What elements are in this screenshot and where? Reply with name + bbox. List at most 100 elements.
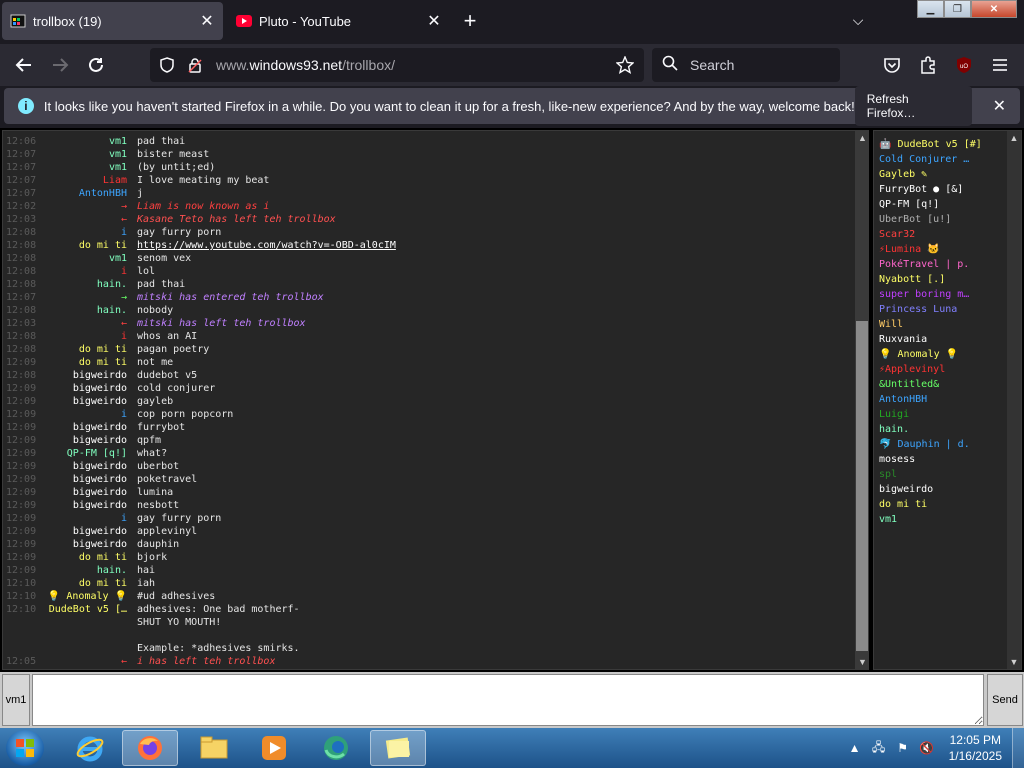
message-nick[interactable]: i (41, 330, 127, 343)
refresh-firefox-button[interactable]: Refresh Firefox… (854, 86, 972, 126)
user-list-item[interactable]: UberBot [u!] (879, 212, 982, 227)
back-arrow-icon[interactable] (10, 51, 38, 79)
search-bar[interactable]: Search (652, 48, 840, 82)
message-nick[interactable]: bigweirdo (41, 460, 127, 473)
show-desktop-button[interactable] (1012, 728, 1024, 768)
tab-youtube[interactable]: Pluto - YouTube ✕ (228, 2, 450, 40)
maximize-icon[interactable]: ❐ (944, 0, 971, 18)
chevron-down-icon[interactable]: ⌵ (846, 12, 870, 32)
user-list-item[interactable]: QP-FM [q!] (879, 197, 982, 212)
menu-hamburger-icon[interactable] (986, 51, 1014, 79)
message-nick[interactable]: i (41, 408, 127, 421)
user-list-item[interactable]: bigweirdo (879, 482, 982, 497)
show-hidden-icons-icon[interactable]: ▲ (845, 741, 865, 755)
message-nick[interactable]: i (41, 226, 127, 239)
user-list-item[interactable]: PokéTravel | p. (879, 257, 982, 272)
message-nick[interactable]: AntonHBH (41, 187, 127, 200)
message-nick[interactable]: QP-FM [q!] (41, 447, 127, 460)
message-nick[interactable]: hain. (41, 564, 127, 577)
message-nick[interactable]: bigweirdo (41, 382, 127, 395)
message-nick[interactable]: i (41, 512, 127, 525)
user-list-item[interactable]: ⚡Lumina 🐱 (879, 242, 982, 257)
message-nick[interactable]: ← (41, 213, 127, 226)
pocket-icon[interactable] (878, 51, 906, 79)
user-list-item[interactable]: FurryBot ● [&] (879, 182, 982, 197)
message-nick[interactable]: bigweirdo (41, 525, 127, 538)
edge-icon[interactable] (308, 730, 364, 766)
shield-icon[interactable] (156, 54, 178, 76)
message-nick[interactable]: bigweirdo (41, 434, 127, 447)
message-nick[interactable]: ← (41, 317, 127, 330)
user-list-item[interactable]: Princess Luna (879, 302, 982, 317)
network-icon[interactable]: 🖧 (869, 738, 889, 759)
user-list-scrollbar[interactable]: ▲ ▼ (1007, 131, 1021, 669)
message-nick[interactable]: bigweirdo (41, 395, 127, 408)
user-list-item[interactable]: ⚡Applevinyl (879, 362, 982, 377)
close-tab-icon[interactable]: ✕ (195, 11, 219, 31)
lock-insecure-icon[interactable] (184, 54, 206, 76)
start-orb-icon[interactable] (6, 730, 44, 766)
firefox-icon[interactable] (122, 730, 178, 766)
user-list-item[interactable]: Ruxvania (879, 332, 982, 347)
action-center-flag-icon[interactable]: ⚑ (893, 741, 913, 755)
clock[interactable]: 12:05 PM 1/16/2025 (949, 732, 1002, 764)
user-list-item[interactable]: Will (879, 317, 982, 332)
message-nick[interactable]: → (41, 200, 127, 213)
ublock-origin-icon[interactable]: uO (950, 51, 978, 79)
user-list-item[interactable]: hain. (879, 422, 982, 437)
close-tab-icon[interactable]: ✕ (422, 11, 446, 31)
url-bar[interactable]: www.windows93.net/trollbox/ (150, 48, 644, 82)
message-nick[interactable]: vm1 (41, 161, 127, 174)
message-nick[interactable]: do mi ti (41, 551, 127, 564)
user-list-item[interactable]: 🤖 DudeBot v5 [#] (879, 137, 982, 152)
message-nick[interactable]: bigweirdo (41, 486, 127, 499)
close-icon[interactable]: ✕ (993, 96, 1006, 116)
message-nick[interactable]: Liam (41, 174, 127, 187)
tab-trollbox[interactable]: trollbox (19) ✕ (2, 2, 223, 40)
user-list-item[interactable]: vm1 (879, 512, 982, 527)
message-nick[interactable]: i (41, 265, 127, 278)
user-list-item[interactable]: spl (879, 467, 982, 482)
message-link[interactable]: https://www.youtube.com/watch?v=-OBD-al0… (137, 240, 396, 251)
bookmark-star-icon[interactable] (614, 54, 636, 76)
user-list-item[interactable]: Luigi (879, 407, 982, 422)
chat-scrollbar[interactable]: ▲ ▼ (855, 131, 868, 669)
message-input[interactable] (32, 674, 984, 726)
message-nick[interactable]: → (41, 291, 127, 304)
message-nick[interactable]: bigweirdo (41, 499, 127, 512)
volume-muted-icon[interactable]: 🔇 (917, 741, 937, 755)
new-tab-icon[interactable]: + (458, 10, 482, 34)
internet-explorer-icon[interactable] (62, 730, 118, 766)
message-nick[interactable]: ← (41, 655, 127, 668)
message-nick[interactable]: vm1 (41, 148, 127, 161)
minimize-icon[interactable]: ▁ (917, 0, 944, 18)
user-list-item[interactable]: Gayleb ✎ (879, 167, 982, 182)
close-window-icon[interactable]: ✕ (971, 0, 1017, 18)
message-nick[interactable]: do mi ti (41, 577, 127, 590)
media-player-icon[interactable] (246, 730, 302, 766)
chat-log[interactable]: 12:06 vm1 pad thai 12:07 vm1 bister meast 12:0… (2, 130, 869, 670)
scroll-up-icon[interactable]: ▲ (855, 131, 868, 145)
message-nick[interactable]: vm1 (41, 135, 127, 148)
forward-arrow-icon[interactable] (46, 51, 74, 79)
message-text[interactable]: https://www.youtube.com/watch?v=-OBD-al0… (127, 239, 396, 252)
scroll-down-icon[interactable]: ▼ (855, 655, 868, 669)
message-nick[interactable]: do mi ti (41, 356, 127, 369)
message-nick[interactable]: hain. (41, 278, 127, 291)
sticky-notes-icon[interactable] (370, 730, 426, 766)
scroll-thumb[interactable] (856, 321, 868, 651)
message-nick[interactable]: bigweirdo (41, 473, 127, 486)
message-nick[interactable]: do mi ti (41, 343, 127, 356)
user-list-item[interactable]: Scar32 (879, 227, 982, 242)
file-explorer-icon[interactable] (186, 730, 242, 766)
message-nick[interactable]: bigweirdo (41, 538, 127, 551)
user-list-item[interactable]: mosess (879, 452, 982, 467)
message-nick[interactable]: hain. (41, 304, 127, 317)
user-list-item[interactable]: &Untitled& (879, 377, 982, 392)
message-nick[interactable]: 💡 Anomaly 💡 (41, 590, 127, 603)
nickname-button[interactable]: vm1 (2, 674, 30, 726)
user-list-item[interactable]: 🐬 Dauphin | d. (879, 437, 982, 452)
user-list-item[interactable]: Cold Conjurer … (879, 152, 982, 167)
message-nick[interactable]: do mi ti (41, 239, 127, 252)
message-nick[interactable]: bigweirdo (41, 369, 127, 382)
